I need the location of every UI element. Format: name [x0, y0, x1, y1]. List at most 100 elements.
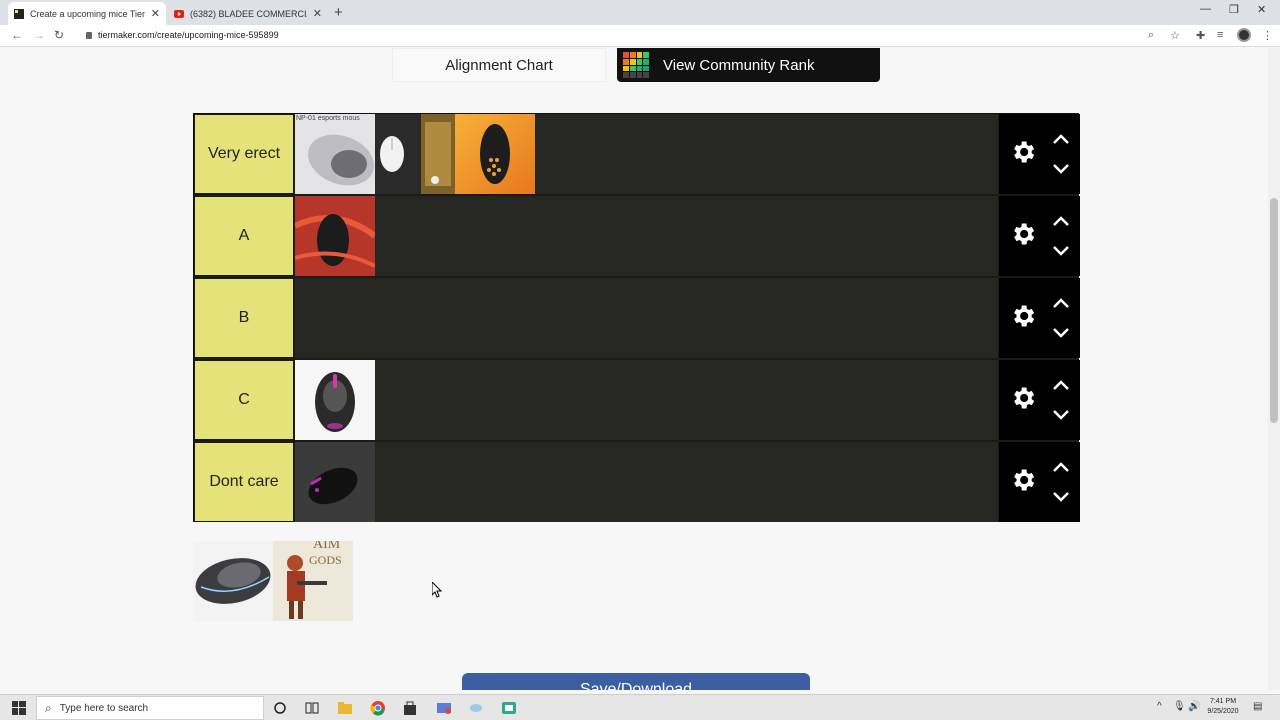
- chrome-icon[interactable]: [370, 700, 386, 716]
- chevron-up-icon[interactable]: [1051, 460, 1071, 474]
- mail-app-icon[interactable]: [436, 700, 452, 716]
- mouse-image-glorious[interactable]: [193, 541, 273, 621]
- tier-items[interactable]: [295, 278, 998, 358]
- tier-controls: [999, 360, 1080, 440]
- mouse-image-black-pink[interactable]: [295, 360, 375, 440]
- tier-items[interactable]: [295, 360, 998, 440]
- tiermaker-favicon-icon: [14, 8, 24, 19]
- tier-controls: [999, 114, 1080, 194]
- tier-items[interactable]: [295, 196, 998, 276]
- tier-row-very-erect: Very erect NP-01 esports mous: [194, 114, 1080, 194]
- chevron-up-icon[interactable]: [1051, 214, 1071, 228]
- gear-icon[interactable]: [1009, 384, 1037, 412]
- store-icon[interactable]: [402, 700, 418, 716]
- zoom-icon[interactable]: ⌕: [1148, 29, 1154, 42]
- microphone-icon[interactable]: 🎙: [1173, 701, 1186, 712]
- alignment-chart-button[interactable]: Alignment Chart: [392, 48, 606, 82]
- tier-row-b: B: [194, 278, 1080, 358]
- page-scrollbar[interactable]: [1268, 48, 1280, 690]
- tier-row-a: A: [194, 196, 1080, 276]
- url-field[interactable]: tiermaker.com/create/upcoming-mice-59589…: [86, 30, 279, 40]
- gear-icon[interactable]: [1009, 220, 1037, 248]
- mouse-black-pink-graphic: [295, 360, 375, 440]
- tier-items[interactable]: NP-01 esports mous: [295, 114, 998, 194]
- close-window-icon[interactable]: ✕: [1257, 3, 1266, 16]
- notifications-icon[interactable]: ▤: [1253, 701, 1262, 712]
- taskbar-search-input[interactable]: ⌕ Type here to search: [36, 696, 264, 720]
- reload-icon[interactable]: ↻: [54, 28, 64, 42]
- address-bar: ← → ↻ tiermaker.com/create/upcoming-mice…: [0, 25, 1280, 47]
- menu-kebab-icon[interactable]: ⋮: [1262, 29, 1273, 42]
- windows-taskbar: ⌕ Type here to search ^ 🎙 🔊 7:41 PM 9/25…: [0, 694, 1280, 720]
- mouse-honeycomb-graphic: [455, 114, 535, 194]
- unranked-items-bank: AIM GODS: [193, 541, 355, 623]
- tier-row-dont-care: Dont care: [194, 442, 1080, 522]
- tray-chevron-up-icon[interactable]: ^: [1157, 701, 1162, 712]
- aim-gods-text-gods: GODS: [309, 553, 342, 567]
- recording-app-icon[interactable]: [501, 700, 517, 716]
- media-queue-icon[interactable]: ≡: [1217, 29, 1223, 41]
- chevron-up-icon[interactable]: [1051, 378, 1071, 392]
- url-text: tiermaker.com/create/upcoming-mice-59589…: [98, 30, 279, 40]
- tier-label[interactable]: Very erect: [194, 114, 294, 194]
- chevron-down-icon[interactable]: [1051, 490, 1071, 504]
- gear-icon[interactable]: [1009, 302, 1037, 330]
- gear-icon[interactable]: [1009, 138, 1037, 166]
- save-download-button[interactable]: Save/Download: [462, 673, 810, 690]
- gear-icon[interactable]: [1009, 466, 1037, 494]
- app-icon[interactable]: [468, 700, 484, 716]
- mouse-cursor-icon: [432, 582, 442, 598]
- search-icon: ⌕: [45, 700, 52, 715]
- community-rank-label: View Community Rank: [663, 56, 815, 74]
- mouse-np01-graphic: [295, 114, 375, 194]
- mouse-image-white[interactable]: [375, 114, 421, 194]
- file-explorer-icon[interactable]: [337, 700, 353, 716]
- mouse-image-honeycomb-orange[interactable]: [455, 114, 535, 194]
- mouse-red-graphic: [295, 196, 375, 276]
- chevron-up-icon[interactable]: [1051, 132, 1071, 146]
- close-tab-icon[interactable]: ✕: [313, 7, 322, 20]
- cortana-icon[interactable]: [272, 700, 288, 716]
- tier-list: Very erect NP-01 esports mous A B C Dont…: [193, 113, 1080, 522]
- tier-label[interactable]: Dont care: [194, 442, 294, 522]
- taskbar-clock[interactable]: 7:41 PM 9/25/2020: [1200, 697, 1246, 717]
- new-tab-icon[interactable]: +: [334, 4, 343, 21]
- lock-icon: [86, 32, 92, 39]
- tier-label[interactable]: C: [194, 360, 294, 440]
- tier-controls: [999, 278, 1080, 358]
- restore-icon[interactable]: ❐: [1229, 3, 1239, 16]
- back-arrow-icon[interactable]: ←: [11, 28, 23, 42]
- extensions-icon[interactable]: ✚: [1196, 29, 1205, 42]
- mouse-image-red[interactable]: [295, 196, 375, 276]
- np01-caption: NP-01 esports mous: [296, 115, 360, 122]
- volume-icon[interactable]: 🔊: [1188, 701, 1200, 712]
- view-community-rank-button[interactable]: View Community Rank: [617, 48, 880, 82]
- scrollbar-thumb[interactable]: [1270, 198, 1278, 423]
- chevron-up-icon[interactable]: [1051, 296, 1071, 310]
- bookmark-star-icon[interactable]: ☆: [1170, 29, 1180, 42]
- aim-gods-text-aim: AIM: [313, 541, 341, 552]
- profile-avatar[interactable]: [1237, 28, 1251, 42]
- chevron-down-icon[interactable]: [1051, 326, 1071, 340]
- clock-date: 9/25/2020: [1207, 708, 1239, 715]
- mouse-image-np01[interactable]: NP-01 esports mous: [295, 114, 375, 194]
- tier-row-c: C: [194, 360, 1080, 440]
- aim-gods-image[interactable]: AIM GODS: [273, 541, 353, 621]
- tier-label[interactable]: A: [194, 196, 294, 276]
- task-view-icon[interactable]: [304, 700, 320, 716]
- mouse-image-box[interactable]: [421, 114, 455, 194]
- chevron-down-icon[interactable]: [1051, 162, 1071, 176]
- tier-label[interactable]: B: [194, 278, 294, 358]
- mouse-image-dark[interactable]: [295, 442, 375, 522]
- close-tab-icon[interactable]: ✕: [151, 7, 160, 20]
- browser-tab-youtube[interactable]: (6382) BLADEE COMMERCIAL 0.2 ✕: [168, 2, 328, 25]
- chevron-down-icon[interactable]: [1051, 408, 1071, 422]
- page-content: Alignment Chart View Community Rank Very…: [0, 48, 1268, 690]
- chevron-down-icon[interactable]: [1051, 244, 1071, 258]
- minimize-icon[interactable]: —: [1200, 3, 1211, 15]
- windows-start-icon[interactable]: [12, 701, 26, 715]
- rank-grid-icon: [623, 52, 649, 78]
- forward-arrow-icon[interactable]: →: [33, 28, 45, 42]
- browser-tab-tiermaker[interactable]: Create a upcoming mice Tier List ✕: [8, 2, 166, 25]
- tier-items[interactable]: [295, 442, 998, 522]
